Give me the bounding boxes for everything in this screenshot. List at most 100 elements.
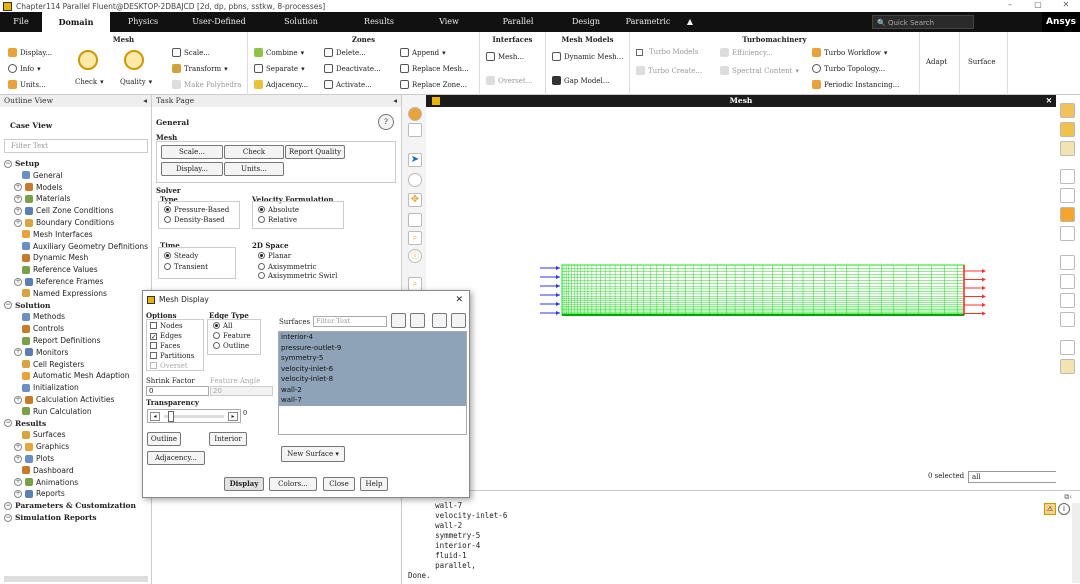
efficiency-button[interactable]: Efficiency...: [720, 48, 773, 57]
close-graphics-button[interactable]: ✕: [1046, 95, 1052, 107]
surface-list-item[interactable]: interior-4: [281, 332, 466, 343]
fit-view-icon[interactable]: [408, 107, 422, 121]
filter-surfaces-icon[interactable]: [391, 313, 406, 328]
turbo-workflow-button[interactable]: Turbo Workflow ▾: [812, 48, 887, 57]
document-icon[interactable]: [1060, 293, 1075, 308]
quality-icon[interactable]: [124, 50, 144, 70]
outline-radio[interactable]: Outline: [213, 342, 249, 350]
help-dialog-button[interactable]: Help: [360, 477, 388, 491]
tree-item-auxiliary-geometry-definitions[interactable]: Auxiliary Geometry Definitions: [22, 242, 148, 251]
surface-list-item[interactable]: symmetry-5: [281, 353, 466, 364]
expand-icon[interactable]: +: [14, 478, 22, 487]
replace-mesh-button[interactable]: Replace Mesh...: [400, 64, 469, 73]
expand-icon[interactable]: +: [14, 489, 22, 498]
close-window-button[interactable]: ✕: [1052, 0, 1080, 9]
gap-model-button[interactable]: Gap Model...: [552, 76, 609, 85]
zoom-magnify-icon[interactable]: ⌕: [408, 277, 422, 291]
tree-item-controls[interactable]: Controls: [22, 324, 64, 333]
tree-item-monitors[interactable]: + Monitors: [14, 348, 68, 357]
surface-group[interactable]: Surface: [960, 32, 1008, 95]
tree-item-automatic-mesh-adaption[interactable]: Automatic Mesh Adaption: [22, 371, 129, 380]
menu-view[interactable]: View: [418, 12, 480, 32]
tree-item-plots[interactable]: + Plots: [14, 454, 54, 463]
tree-item-models[interactable]: + Models: [14, 183, 62, 192]
tree-item-solution[interactable]: − Solution: [4, 301, 51, 310]
tree-item-parameters-customization[interactable]: − Parameters & Customization: [4, 501, 136, 510]
quick-search-input[interactable]: 🔍 Quick Search: [872, 15, 974, 29]
spectral-content-button[interactable]: Spectral Content ▾: [720, 66, 799, 75]
collapse-left-icon[interactable]: ◂: [143, 95, 147, 107]
transform-button[interactable]: Transform ▾: [172, 64, 228, 73]
expand-icon[interactable]: +: [14, 277, 22, 286]
axisymmetric-radio[interactable]: Axisymmetric: [258, 263, 317, 271]
zoom-box-icon[interactable]: ⌕: [408, 231, 422, 245]
turbo-models-checkbox[interactable]: Turbo Models: [636, 48, 698, 56]
help-button[interactable]: ?: [378, 114, 394, 130]
copy-icon[interactable]: [1060, 340, 1075, 355]
surfaces-filter-input[interactable]: Filter Text: [313, 316, 387, 327]
outline-scrollbar[interactable]: [4, 576, 148, 582]
absolute-radio[interactable]: Absolute: [258, 206, 299, 214]
tree-item-cell-zone-conditions[interactable]: + Cell Zone Conditions: [14, 206, 114, 215]
all-radio[interactable]: All: [213, 322, 233, 330]
surface-list-item[interactable]: wall-7: [281, 395, 466, 406]
relative-radio[interactable]: Relative: [258, 216, 297, 224]
replace-zone-button[interactable]: Replace Zone...: [400, 80, 467, 89]
tree-item-reference-frames[interactable]: + Reference Frames: [14, 277, 103, 286]
tree-item-surfaces[interactable]: Surfaces: [22, 430, 65, 439]
interfaces-mesh-button[interactable]: Mesh...: [486, 52, 524, 61]
tree-item-dashboard[interactable]: Dashboard: [22, 466, 74, 475]
adapt-button[interactable]: Adapt: [926, 58, 947, 66]
warning-icon[interactable]: ⚠: [1044, 503, 1056, 515]
partitions-checkbox[interactable]: Partitions: [150, 352, 194, 360]
adapt-group[interactable]: Adapt: [920, 32, 960, 95]
surface-list-item[interactable]: wall-2: [281, 385, 466, 396]
console-collapse-icon[interactable]: ⧉‹: [1064, 493, 1072, 502]
slider-right-icon[interactable]: ▸: [228, 412, 238, 421]
maximize-button[interactable]: ▢: [1024, 0, 1052, 9]
deactivate-button[interactable]: Deactivate...: [324, 64, 381, 73]
mesh-canvas[interactable]: [426, 107, 1056, 477]
select-all-icon[interactable]: [410, 313, 425, 328]
slider-thumb[interactable]: [168, 411, 174, 422]
expand-icon[interactable]: +: [14, 395, 22, 404]
interior-button[interactable]: Interior: [209, 432, 247, 446]
collapse-icon[interactable]: −: [4, 513, 12, 522]
tree-item-materials[interactable]: + Materials: [14, 194, 70, 203]
layers-icon[interactable]: [1060, 207, 1075, 222]
steady-radio[interactable]: Steady: [164, 252, 198, 260]
pointer-icon[interactable]: ➤: [408, 153, 422, 167]
axisymmetric-swirl-radio[interactable]: Axisymmetric Swirl: [258, 272, 337, 280]
display-dialog-button[interactable]: Display: [224, 477, 264, 491]
turbo-create-button[interactable]: Turbo Create...: [636, 66, 702, 75]
tree-item-initialization[interactable]: Initialization: [22, 383, 79, 392]
console-scrollbar[interactable]: [1072, 503, 1080, 583]
graphics-window[interactable]: Mesh ✕ 0 selected all▾: [426, 95, 1080, 490]
scale-button[interactable]: Scale...: [172, 48, 210, 57]
pan-icon[interactable]: ✥: [408, 193, 422, 207]
probe-info-icon[interactable]: ⓘ: [408, 249, 422, 263]
zoom-in-out-icon[interactable]: [408, 213, 422, 227]
shrink-factor-input[interactable]: 0: [146, 386, 209, 396]
transient-radio[interactable]: Transient: [164, 263, 208, 271]
turbo-topology-button[interactable]: Turbo Topology...: [812, 64, 885, 73]
tree-item-cell-registers[interactable]: Cell Registers: [22, 360, 84, 369]
tree-item-mesh-interfaces[interactable]: Mesh Interfaces: [22, 230, 93, 239]
tree-item-named-expressions[interactable]: Named Expressions: [22, 289, 107, 298]
adjacency-button[interactable]: Adjacency...: [254, 80, 308, 89]
tree-item-reference-values[interactable]: Reference Values: [22, 265, 98, 274]
dynamic-mesh-button[interactable]: Dynamic Mesh...: [552, 52, 623, 61]
expand-icon[interactable]: +: [14, 454, 22, 463]
menu-design[interactable]: Design: [556, 12, 616, 32]
collapse-icon[interactable]: −: [4, 301, 12, 310]
periodic-instancing-button[interactable]: Periodic Instancing...: [812, 80, 899, 89]
tree-item-simulation-reports[interactable]: − Simulation Reports: [4, 513, 97, 522]
tree-item-calculation-activities[interactable]: + Calculation Activities: [14, 395, 114, 404]
append-button[interactable]: Append ▾: [400, 48, 446, 57]
check-task-button[interactable]: Check: [224, 145, 284, 159]
faces-checkbox[interactable]: Faces: [150, 342, 180, 350]
expand-icon[interactable]: +: [14, 348, 22, 357]
light-icon[interactable]: [1060, 122, 1075, 137]
legend-icon[interactable]: [1060, 274, 1075, 289]
dialog-close-icon[interactable]: ✕: [455, 291, 463, 309]
